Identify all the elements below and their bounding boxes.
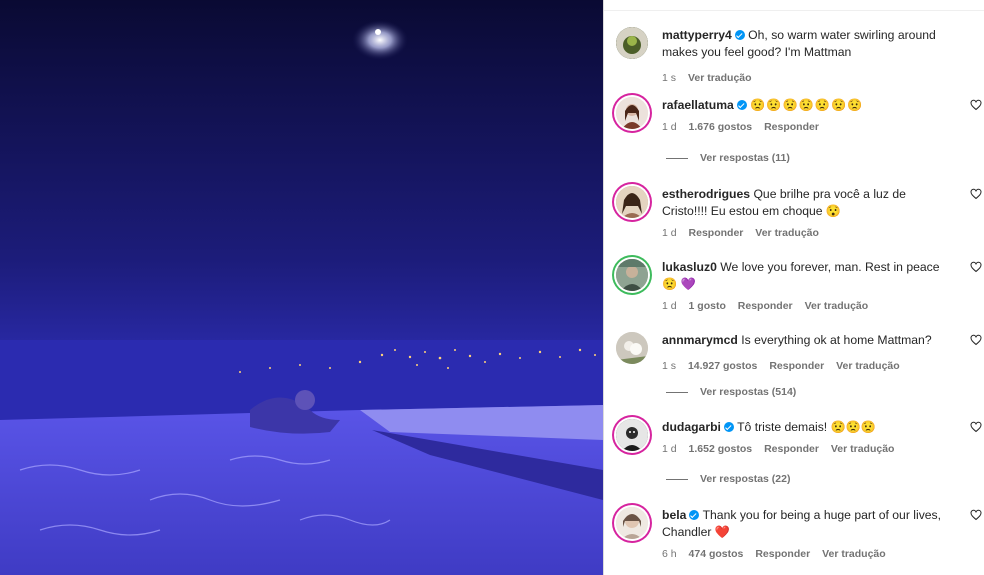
heart-icon[interactable] (970, 421, 982, 433)
timestamp: 1 d (662, 443, 677, 455)
reply-button[interactable]: Responder (764, 121, 819, 133)
reply-button[interactable]: Responder (738, 300, 793, 312)
verified-icon (723, 422, 734, 432)
heart-icon[interactable] (970, 509, 982, 521)
translate-link[interactable]: Ver tradução (822, 548, 886, 560)
translate-link[interactable]: Ver tradução (836, 360, 900, 372)
comment-text: Is everything ok at home Mattman? (741, 333, 932, 347)
top-separator (604, 10, 984, 11)
username[interactable]: lukasluz0 (662, 260, 717, 274)
likes-count[interactable]: 1.676 gostos (689, 121, 753, 133)
comments-panel[interactable]: mattyperry4 Oh, so warm water swirling a… (604, 0, 984, 575)
comment-text: Tô triste demais! 😟😟😟 (737, 420, 877, 434)
comment-text: Thank you for being a huge part of our l… (662, 508, 942, 539)
purple-heart-emoji: 💜 (680, 277, 696, 291)
username[interactable]: mattyperry4 (662, 28, 732, 42)
heart-icon[interactable] (970, 99, 982, 111)
translate-link[interactable]: Ver tradução (831, 443, 895, 455)
username[interactable]: rafaellatuma (662, 98, 734, 112)
username[interactable]: dudagarbi (662, 420, 721, 434)
username[interactable]: estherodrigues (662, 187, 750, 201)
timestamp: 1 s (662, 72, 677, 84)
timestamp: 1 s (662, 360, 677, 372)
view-replies[interactable]: Ver respostas (22) (666, 473, 790, 485)
timestamp: 1 d (662, 121, 677, 133)
timestamp: 6 h (662, 548, 677, 560)
comment-text: 😟😟😟😟😟😟😟 (750, 98, 864, 112)
avatar[interactable] (616, 507, 648, 539)
post-photo (0, 0, 603, 575)
likes-count[interactable]: 1 gosto (689, 300, 726, 312)
reply-button[interactable]: Responder (755, 548, 810, 560)
likes-count[interactable]: 1.652 gostos (689, 443, 753, 455)
username[interactable]: annmarymcd (662, 333, 738, 347)
likes-count[interactable]: 14.927 gostos (688, 360, 757, 372)
timestamp: 1 d (662, 227, 677, 239)
heart-icon[interactable] (970, 261, 982, 273)
avatar[interactable] (616, 186, 648, 218)
verified-icon (736, 100, 747, 110)
likes-count[interactable]: 474 gostos (689, 548, 744, 560)
view-replies[interactable]: Ver respostas (11) (666, 152, 790, 164)
reply-button[interactable]: Responder (764, 443, 819, 455)
view-replies[interactable]: Ver respostas (514) (666, 386, 796, 398)
avatar[interactable] (616, 419, 648, 451)
avatar[interactable] (616, 97, 648, 129)
translate-link[interactable]: Ver tradução (755, 227, 819, 239)
night-pool-image (0, 0, 603, 575)
username[interactable]: bela (662, 508, 686, 522)
avatar[interactable] (616, 259, 648, 291)
translate-link[interactable]: Ver tradução (688, 72, 752, 84)
heart-icon[interactable] (970, 188, 982, 200)
reply-button[interactable]: Responder (689, 227, 744, 239)
verified-icon (734, 30, 745, 40)
verified-icon (689, 510, 700, 520)
translate-link[interactable]: Ver tradução (805, 300, 869, 312)
reply-button[interactable]: Responder (769, 360, 824, 372)
avatar[interactable] (616, 332, 648, 364)
timestamp: 1 d (662, 300, 677, 312)
avatar[interactable] (616, 27, 648, 59)
heart-icon[interactable] (970, 334, 982, 346)
red-heart-emoji: ❤️ (714, 525, 731, 539)
